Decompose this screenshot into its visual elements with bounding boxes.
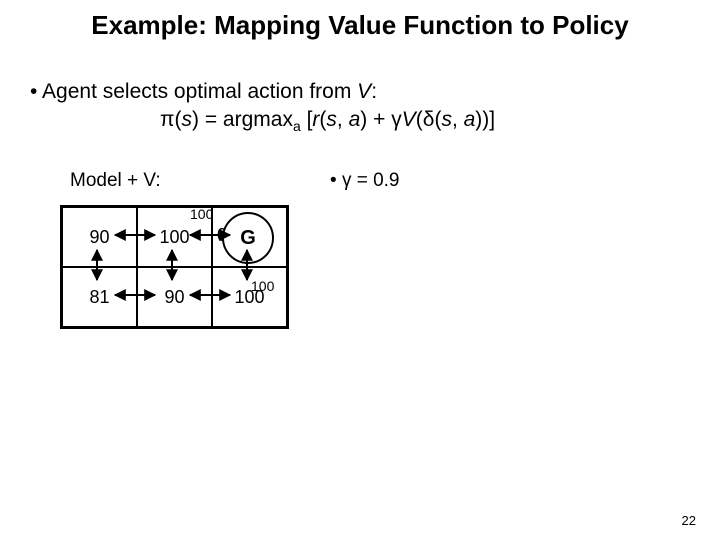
gamma-note-prefix: •	[330, 170, 342, 191]
bullet-line: • Agent selects optimal action from V:	[30, 80, 377, 104]
bullet-text: • Agent selects optimal action from	[30, 80, 357, 103]
page-number: 22	[682, 513, 696, 528]
f-open3: (	[416, 108, 423, 131]
policy-formula: π(s) = argmaxa [r(s, a) + γV(δ(s, a))]	[160, 108, 495, 134]
f-gamma: γ	[391, 108, 402, 131]
f-comma: ,	[337, 108, 349, 131]
cell-1-1: 90	[137, 267, 212, 327]
gamma-note: • γ = 0.9	[330, 170, 400, 192]
f-mid1: [	[301, 108, 313, 131]
f-s2: s	[326, 108, 337, 131]
model-plus-v-label: Model + V:	[70, 170, 161, 192]
f-pi: π	[160, 108, 175, 131]
goal-label: G	[240, 227, 256, 250]
bullet-V: V	[357, 80, 371, 103]
f-s3: s	[441, 108, 452, 131]
f-a3: a	[464, 108, 476, 131]
cell-0-0: 90	[62, 207, 137, 267]
cell-1-0: 81	[62, 267, 137, 327]
cell-1-2: 100	[212, 267, 287, 327]
slide-title: Example: Mapping Value Function to Polic…	[0, 10, 720, 41]
f-sub-a: a	[293, 118, 301, 134]
f-delta: δ	[423, 108, 435, 131]
f-close-eq: ) = argmax	[192, 108, 293, 131]
gamma-note-suffix: = 0.9	[351, 170, 399, 191]
f-comma2: ,	[452, 108, 464, 131]
f-V: V	[402, 108, 416, 131]
gamma-note-sym: γ	[342, 170, 352, 191]
bullet-colon: :	[371, 80, 377, 103]
reward-label-up-to-goal: 100	[251, 278, 274, 294]
goal-state: G	[222, 212, 274, 264]
f-a2: a	[349, 108, 361, 131]
f-s: s	[182, 108, 193, 131]
reward-label-right-to-goal: 100	[190, 206, 213, 222]
f-close3: )]	[482, 108, 495, 131]
f-plus: +	[367, 108, 391, 131]
f-open: (	[175, 108, 182, 131]
value-grid: 90 100 81 90 100 0 G	[60, 205, 289, 329]
